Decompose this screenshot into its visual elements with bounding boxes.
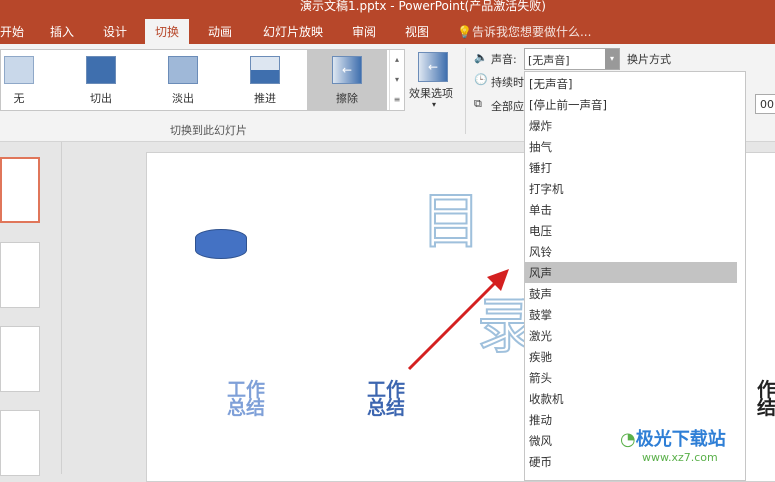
apply-all-icon: ⧉ [474,97,482,110]
wipe-icon: ← [332,56,362,84]
transition-none[interactable]: 无 [0,50,54,110]
tab-review[interactable]: 审阅 [352,23,376,40]
sound-option[interactable]: 疾驰 [525,346,737,367]
cylinder-shape[interactable] [195,229,247,259]
sound-option[interactable]: 激光 [525,325,737,346]
transition-fade[interactable]: 淡出 [148,50,218,110]
transition-label: 擦除 [336,92,358,105]
advance-slide-label: 换片方式 [627,53,671,66]
sound-option[interactable]: 鼓掌 [525,304,737,325]
time-value: 00: [760,98,775,111]
tab-slideshow[interactable]: 幻灯片放映 [263,23,323,40]
slide-thumbnail-panel [0,142,62,476]
red-arrow-annotation [407,269,509,371]
sound-label: 声音: [491,53,517,66]
fade-icon [168,56,198,84]
transition-wipe[interactable]: ← 擦除 [307,50,387,110]
sound-dropdown-list: [无声音] [停止前一声音] 爆炸 抽气 锤打 打字机 单击 电压 风铃 风声 鼓声 鼓掌 激光 疾驰 箭头… [524,71,746,481]
slide-thumbnail-2[interactable] [0,242,40,308]
sound-option[interactable]: 打字机 [525,178,737,199]
title-char-mu[interactable]: 目 [420,173,482,260]
sound-option[interactable]: 抽气 [525,136,737,157]
lightbulb-icon: 💡 [457,25,472,39]
group-label: 切换到此幻灯片 [170,124,247,137]
speaker-icon: 🔈 [474,51,488,64]
effect-options-button[interactable]: 效果选项 [409,85,453,101]
transition-push[interactable]: 推进 [230,50,300,110]
slide-thumbnail-1[interactable] [0,157,40,223]
ribbon-tabs: 开始 插入 设计 切换 动画 幻灯片放映 审阅 视图 💡告诉我您想要做什么... [0,17,775,44]
window-title: 演示文稿1.pptx - PowerPoint(产品激活失败) [300,0,546,13]
sound-option[interactable]: 单击 [525,199,737,220]
logo-swirl-icon: ◔ [620,429,636,450]
chevron-down-icon[interactable]: ▾ [605,49,619,69]
transition-label: 推进 [254,92,276,105]
tab-view[interactable]: 视图 [405,23,429,40]
watermark-logo: ◔极光下载站 www.xz7.com [620,425,726,464]
tell-me-search[interactable]: 💡告诉我您想要做什么... [457,23,591,40]
transition-cut[interactable]: 切出 [66,50,136,110]
sound-option[interactable]: [无声音] [525,73,737,94]
title-bar: 演示文稿1.pptx - PowerPoint(产品激活失败) [0,0,775,17]
sound-option[interactable]: 锤打 [525,157,737,178]
slide-thumbnail-4[interactable] [0,410,40,476]
sound-option[interactable]: 风铃 [525,241,737,262]
sound-option[interactable]: 收款机 [525,388,737,409]
duration-label: 持续时 [491,76,524,89]
sound-option[interactable]: 爆炸 [525,115,737,136]
transition-gallery: 无 切出 淡出 推进 ← 擦除 ▴ ▾ ≡ [0,49,405,111]
tell-me-text: 告诉我您想要做什么... [471,25,592,39]
sound-select[interactable]: [无声音] ▾ [524,48,620,70]
sound-option[interactable]: [停止前一声音] [525,94,737,115]
watermark-brand: 极光下载站 [635,429,726,450]
chevron-down-icon: ▾ [432,100,437,109]
cut-icon [86,56,116,84]
effect-options-icon[interactable]: ← [418,52,448,82]
time-input[interactable]: 00: [755,94,775,114]
tab-transitions[interactable]: 切换 [145,19,190,44]
none-icon [4,56,34,84]
transition-label: 淡出 [172,92,194,105]
tab-home[interactable]: 开始 [0,23,24,40]
slide-thumbnail-3[interactable] [0,326,40,392]
clock-icon: 🕒 [474,73,488,86]
tab-animations[interactable]: 动画 [208,23,232,40]
apply-to-all-button[interactable]: 全部应 [491,98,524,114]
sound-option[interactable]: 电压 [525,220,737,241]
transition-label: 无 [13,92,25,105]
wordart-2[interactable]: 工作总结 [367,381,411,418]
wordart-3[interactable]: 作结 [757,381,775,418]
watermark-url: www.xz7.com [642,451,718,464]
sound-option[interactable]: 风声 [525,262,737,283]
gallery-scroll[interactable]: ▴ ▾ ≡ [389,50,404,110]
sound-option[interactable]: 箭头 [525,367,737,388]
tab-design[interactable]: 设计 [103,23,127,40]
sound-value: [无声音] [528,54,570,67]
push-icon [250,56,280,84]
wordart-1[interactable]: 工作总结 [227,381,271,418]
transition-label: 切出 [90,92,112,105]
sound-option[interactable]: 鼓声 [525,283,737,304]
tab-insert[interactable]: 插入 [50,23,74,40]
divider [465,48,466,134]
